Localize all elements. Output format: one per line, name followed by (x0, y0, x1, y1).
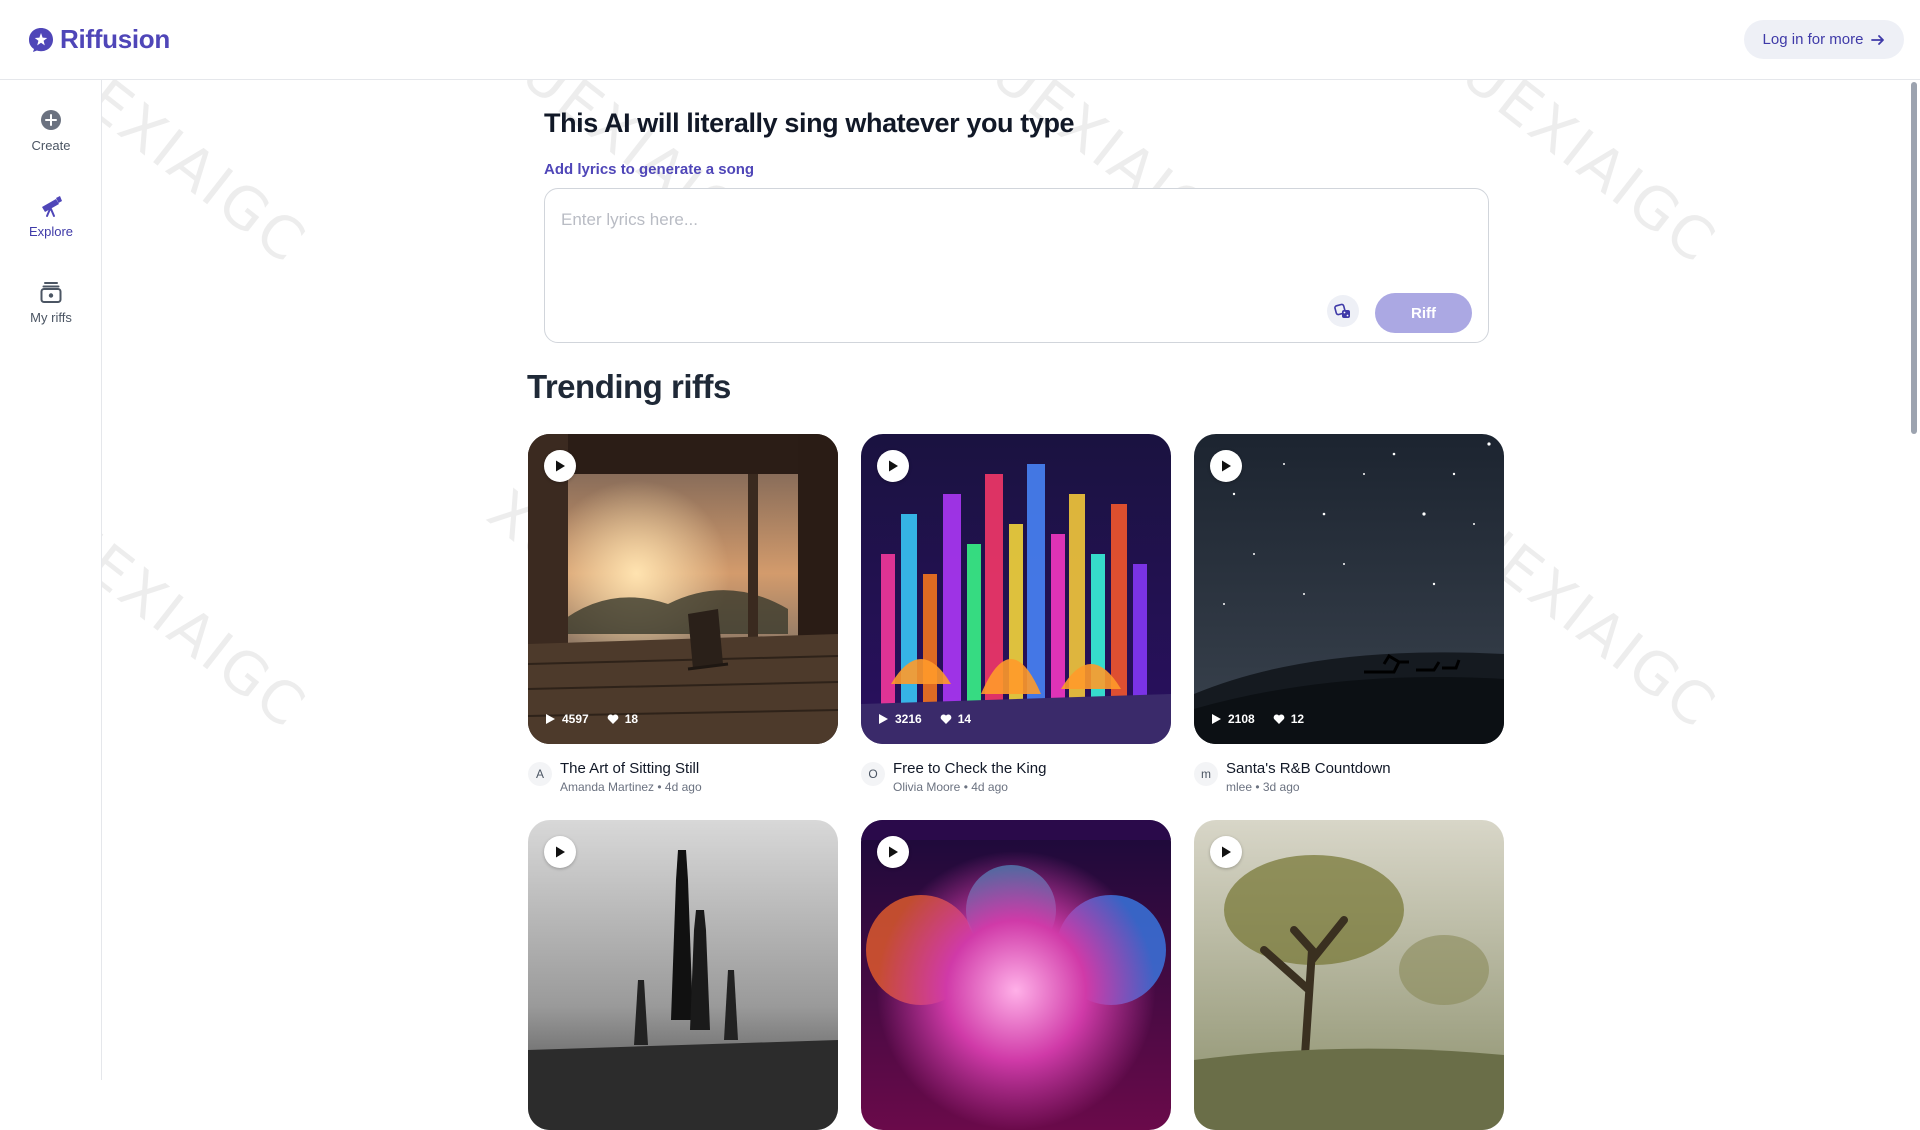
card-title[interactable]: The Art of Sitting Still (560, 760, 699, 777)
play-icon (556, 846, 565, 858)
play-count-icon (879, 714, 888, 724)
heart-icon (607, 714, 619, 724)
sidebar-item-label: My riffs (30, 310, 72, 325)
play-icon (889, 460, 898, 472)
card-subtitle: Olivia Moore • 4d ago (893, 780, 1008, 794)
card-cover[interactable]: 2108 12 (1194, 434, 1504, 744)
riff-card[interactable]: 2108 12 m Santa's R&B Countdown mlee • 3… (1194, 434, 1504, 800)
avatar[interactable]: O (861, 762, 885, 786)
dice-icon (1334, 303, 1350, 318)
lyrics-input[interactable] (561, 205, 1341, 235)
arrow-right-icon (1871, 34, 1885, 45)
page-title: This AI will literally sing whatever you… (544, 108, 1075, 138)
heart-icon (940, 714, 952, 724)
lyrics-box: Riff (544, 188, 1489, 343)
sidebar-item-explore[interactable]: Explore (0, 194, 102, 239)
card-cover[interactable]: 3216 14 (861, 434, 1171, 744)
riff-card[interactable] (528, 820, 838, 1130)
play-icon (889, 846, 898, 858)
logo-text: Riffusion (60, 24, 170, 54)
card-stats: 3216 14 (877, 712, 971, 726)
like-count: 12 (1290, 712, 1305, 726)
card-cover[interactable] (1194, 820, 1504, 1130)
scrollbar-thumb[interactable] (1911, 82, 1917, 434)
card-meta: O Free to Check the King Olivia Moore • … (861, 760, 1171, 800)
cover-image (528, 820, 838, 1130)
play-count: 3216 (895, 712, 922, 726)
play-icon (1222, 460, 1231, 472)
section-title: Trending riffs (527, 368, 731, 405)
random-lyrics-button[interactable] (1327, 295, 1359, 327)
plus-circle-icon (41, 110, 61, 130)
card-subtitle: mlee • 3d ago (1226, 780, 1300, 794)
sidebar: Create Explore My riffs (0, 80, 102, 1080)
cover-image (1194, 434, 1504, 744)
top-header: Riffusion Log in for more (0, 0, 1920, 80)
riffusion-logo-icon (29, 27, 53, 52)
play-icon (1222, 846, 1231, 858)
cover-image (861, 434, 1171, 744)
play-icon (556, 460, 565, 472)
login-button[interactable]: Log in for more (1744, 20, 1904, 59)
sidebar-item-label: Create (31, 138, 71, 153)
like-count: 14 (957, 712, 972, 726)
card-cover[interactable] (861, 820, 1171, 1130)
card-meta: A The Art of Sitting Still Amanda Martin… (528, 760, 838, 800)
card-subtitle: Amanda Martinez • 4d ago (560, 780, 702, 794)
play-count: 4597 (562, 712, 589, 726)
lyrics-label: Add lyrics to generate a song (544, 161, 755, 178)
cover-image (861, 820, 1171, 1130)
logo[interactable]: Riffusion (28, 24, 170, 55)
riff-card[interactable]: 4597 18 A The Art of Sitting Still Amand… (528, 434, 838, 800)
play-button[interactable] (1210, 450, 1242, 482)
login-button-label: Log in for more (1762, 31, 1864, 48)
sidebar-item-create[interactable]: Create (0, 108, 102, 153)
play-button[interactable] (1210, 836, 1242, 868)
card-cover[interactable] (528, 820, 838, 1130)
cover-image (528, 434, 838, 744)
riff-card[interactable] (1194, 820, 1504, 1130)
riff-card[interactable] (861, 820, 1171, 1130)
play-count-icon (546, 714, 555, 724)
card-cover[interactable]: 4597 18 (528, 434, 838, 744)
stack-icon (40, 282, 62, 303)
avatar[interactable]: A (528, 762, 552, 786)
riff-button[interactable]: Riff (1375, 293, 1472, 333)
card-title[interactable]: Free to Check the King (893, 760, 1046, 777)
sidebar-item-my-riffs[interactable]: My riffs (0, 280, 102, 325)
telescope-icon (42, 196, 62, 217)
sidebar-item-label: Explore (28, 224, 74, 239)
like-count: 18 (624, 712, 639, 726)
riff-card[interactable]: 3216 14 O Free to Check the King Olivia … (861, 434, 1171, 800)
play-button[interactable] (544, 836, 576, 868)
heart-icon (1273, 714, 1285, 724)
play-count-icon (1212, 714, 1221, 724)
play-button[interactable] (877, 836, 909, 868)
card-stats: 2108 12 (1210, 712, 1304, 726)
card-title[interactable]: Santa's R&B Countdown (1226, 760, 1391, 777)
play-button[interactable] (877, 450, 909, 482)
cover-image (1194, 820, 1504, 1130)
avatar[interactable]: m (1194, 762, 1218, 786)
card-stats: 4597 18 (544, 712, 638, 726)
play-button[interactable] (544, 450, 576, 482)
play-count: 2108 (1228, 712, 1255, 726)
card-meta: m Santa's R&B Countdown mlee • 3d ago (1194, 760, 1504, 800)
